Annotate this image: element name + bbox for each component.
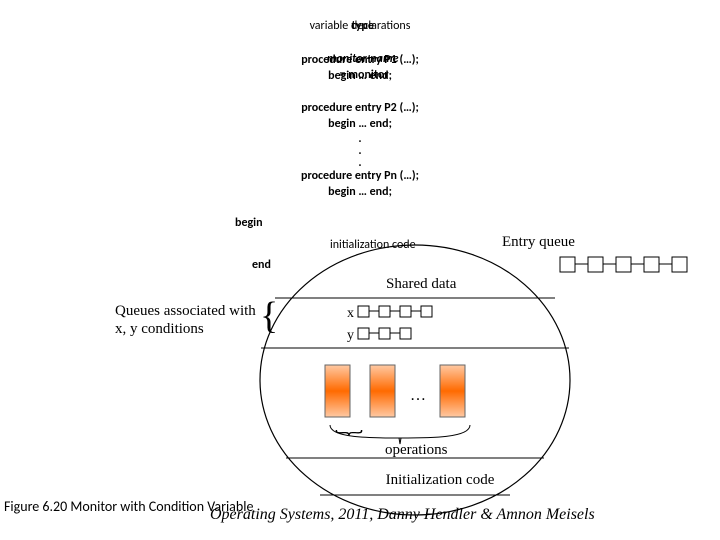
queues-assoc-label: Queues associated with x, y conditions (115, 302, 265, 338)
ops-ellipsis: … (410, 387, 426, 404)
proc-p2-body: begin … end; (0, 116, 720, 132)
proc-p1-body: begin … end; (0, 68, 720, 84)
proc-p1: procedure entry P1 (…); (0, 52, 720, 68)
ops-brace: ︸ (335, 430, 363, 452)
footer-credit: Operating Systems, 2011, Danny Hendler &… (210, 506, 595, 524)
proc-p2: procedure entry P2 (…); (0, 100, 720, 116)
end-kw: end (252, 257, 271, 273)
proc-pn: procedure entry Pn (…); (0, 168, 720, 184)
y-label: y (347, 328, 354, 343)
proc-pn-body: begin … end; (0, 184, 720, 200)
entry-queue-boxes (560, 257, 687, 272)
var-declarations: variable declarations (0, 18, 720, 34)
shared-data-label: Shared data (386, 276, 456, 293)
y-queue (358, 328, 411, 339)
x-label: x (347, 306, 354, 321)
ops-brace-path (330, 425, 470, 438)
begin-kw: begin (235, 215, 263, 231)
operations-boxes (325, 365, 465, 417)
init-code-label: Initialization code (380, 472, 500, 489)
init-code-text: initialization code (330, 237, 416, 253)
x-queue (358, 306, 432, 317)
operations-label: operations (385, 442, 447, 459)
entry-queue-label: Entry queue (502, 234, 575, 251)
